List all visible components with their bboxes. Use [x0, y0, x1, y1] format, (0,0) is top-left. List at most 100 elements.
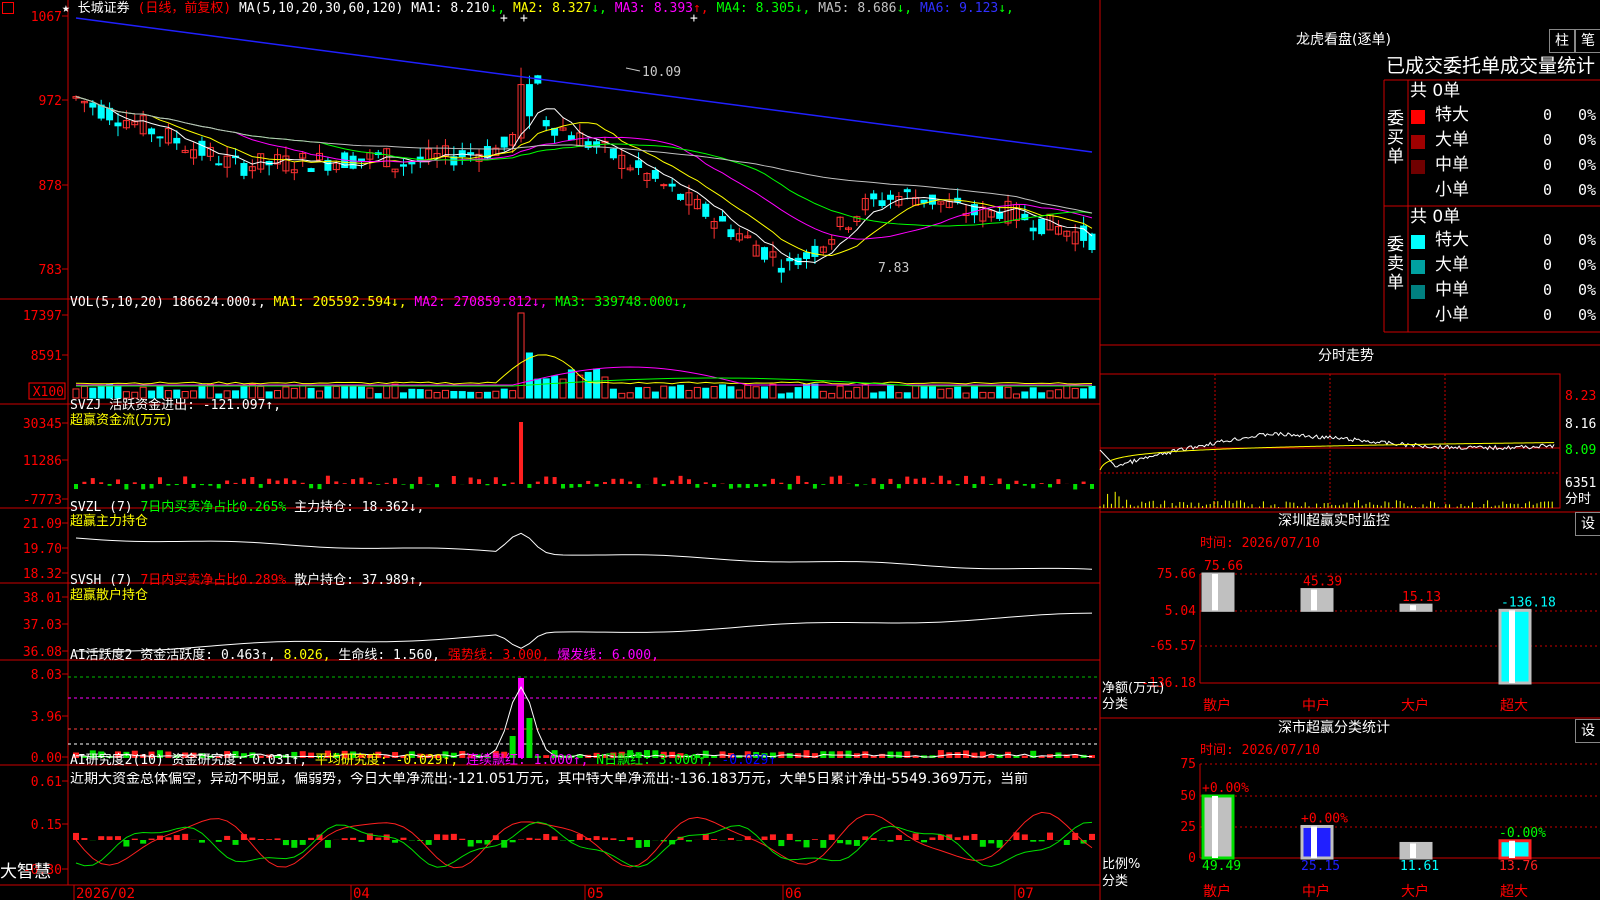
volume-bar-8 [139, 386, 147, 399]
candle-body-87 [803, 252, 811, 260]
volume-bar-84 [777, 393, 785, 399]
ai-research-bar-1 [81, 837, 88, 840]
volume-bar-79 [735, 389, 743, 399]
volume-bar-61 [584, 371, 592, 399]
ai-research-bar-93 [853, 840, 860, 846]
classify-xlabel: 分类 [1102, 874, 1129, 889]
volume-bar-111 [1004, 386, 1012, 399]
svzj-bar-66 [628, 481, 633, 484]
svzj-bar-120 [1081, 481, 1086, 484]
volume-bar-114 [1029, 387, 1037, 399]
svzj-bar-45 [451, 475, 456, 484]
svsh-y-label-1: 37.03 [23, 618, 62, 633]
ai-research-bar-101 [921, 840, 928, 843]
monitor-bar-label-1: 45.39 [1303, 575, 1342, 590]
volume-bar-11 [164, 390, 172, 399]
svzl-line [75, 532, 1093, 570]
ai-research-header: AI研究度2(10) 资金研究度: 0.031↑, 平均研究度: -0.029↑… [70, 753, 777, 768]
buy-row-count-1: 0 [1543, 131, 1553, 149]
volume-bar-97 [886, 385, 894, 399]
svzj-bar-40 [409, 484, 414, 489]
svzj-bar-78 [728, 484, 733, 489]
monitor-cat-3: 超大 [1500, 698, 1528, 714]
candle-body-28 [307, 168, 315, 173]
volume-bar-19 [232, 390, 240, 399]
ai-research-bar-5 [114, 836, 121, 840]
sell-row-pct-1: 0% [1578, 256, 1597, 274]
buy-row-pct-1: 0% [1578, 131, 1597, 149]
sell-row-count-2: 0 [1543, 281, 1553, 299]
volume-bar-120 [1080, 388, 1088, 399]
classify-bar-top-1: +0.00% [1301, 811, 1348, 826]
period-label[interactable]: (日线，前复权) [138, 1, 232, 16]
svzj-bar-61 [586, 480, 591, 484]
ai-research-bar-34 [358, 840, 365, 842]
svzj-bar-113 [1022, 484, 1027, 486]
ai2-bar-103 [937, 750, 944, 758]
svzj-bar-93 [854, 484, 859, 487]
vol-y-label-1: 8591 [31, 349, 62, 364]
candle-body-3 [97, 104, 105, 119]
volume-bar-35 [366, 387, 374, 399]
candle-body-10 [156, 136, 164, 139]
ai-research-bar-56 [543, 833, 550, 840]
volume-bar-10 [156, 385, 164, 399]
volume-bar-20 [240, 385, 248, 399]
ai-research-bar-28 [308, 837, 315, 840]
volume-bar-118 [1063, 384, 1071, 399]
ai-research-bar-68 [643, 840, 650, 847]
ai-research-bar-39 [400, 837, 407, 840]
volume-bar-12 [173, 389, 181, 399]
tick-mode-button[interactable]: 笔 [1575, 29, 1600, 53]
ai-research-bar-15 [198, 840, 205, 843]
volume-bar-73 [685, 389, 693, 399]
svzj-bar-79 [737, 484, 742, 488]
low-price-label: 7.83 [878, 261, 909, 276]
volume-bar-66 [626, 392, 634, 399]
svzj-bar-64 [611, 478, 616, 484]
volume-bar-58 [559, 378, 567, 399]
x-axis-label-3: 06 [785, 886, 802, 900]
monitor-cat-0: 散户 [1203, 697, 1231, 714]
candle-body-72 [677, 193, 685, 200]
svsh-y-label-2: 36.08 [23, 645, 62, 660]
sell-total: 共 0单 [1410, 207, 1461, 227]
ai2-bar-109 [988, 754, 995, 758]
svzj-bars [74, 422, 1094, 490]
vol-y-label-0: 17397 [23, 309, 62, 324]
bar-mode-button[interactable]: 柱 [1549, 29, 1575, 53]
volume-bar-24 [274, 390, 282, 399]
ma-item-6: MA6: 9.123↓, [912, 1, 1014, 16]
svzj-bar-29 [317, 484, 322, 490]
candle-body-47 [467, 152, 475, 155]
app-menu-icon[interactable] [2, 2, 14, 14]
svzj-bar-69 [653, 477, 658, 484]
ai-research-y-label-1: 0.15 [31, 818, 62, 833]
ai-research-bar-109 [988, 840, 995, 844]
volume-bar-65 [618, 392, 626, 399]
buy-row-swatch-2 [1411, 160, 1425, 174]
candle-body-39 [399, 164, 407, 167]
svzj-bar-34 [359, 477, 364, 484]
candle-body-78 [727, 229, 735, 238]
volume-bar-96 [878, 391, 886, 399]
volume-bar-85 [786, 392, 794, 399]
svzj-bar-87 [804, 482, 809, 484]
ai-research-bar-52 [509, 840, 516, 843]
classify-settings-button[interactable]: 设 [1575, 719, 1600, 743]
volume-bar-100 [912, 385, 920, 399]
monitor-settings-button[interactable]: 设 [1575, 512, 1600, 536]
volume-bar-90 [828, 392, 836, 399]
volume-bar-119 [1071, 387, 1079, 399]
intraday-price-line [1099, 431, 1555, 468]
stock-name[interactable]: 长城证券 [78, 1, 130, 16]
ai-research-bar-0 [73, 832, 79, 840]
ma-line-3 [75, 96, 1093, 240]
svzj-bar-112 [1014, 480, 1019, 484]
volume-bar-76 [710, 385, 718, 399]
volume-bar-115 [1038, 392, 1046, 399]
candle-body-121 [1088, 233, 1096, 251]
sell-row-pct-0: 0% [1578, 231, 1597, 249]
classify-bar-highlight-2 [1410, 843, 1416, 858]
ai-research-bar-38 [392, 840, 399, 843]
